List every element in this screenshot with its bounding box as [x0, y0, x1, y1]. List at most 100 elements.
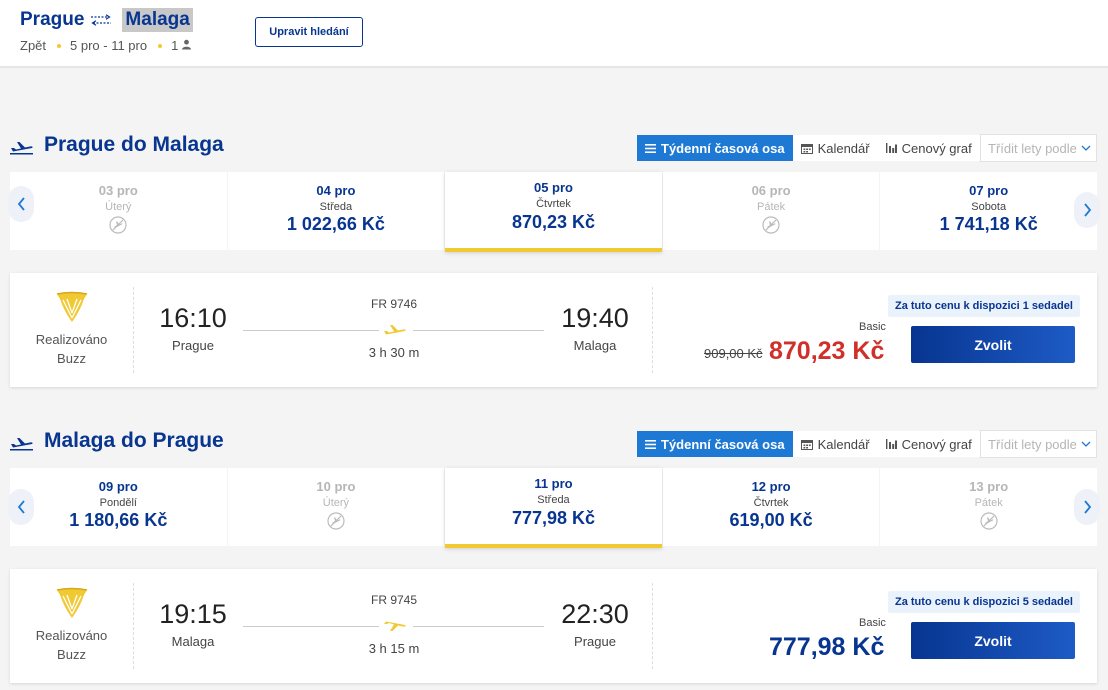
departure-time: 19:15 [159, 599, 227, 629]
no-flight-icon [762, 216, 780, 234]
flight-price: 870,23 Kč [769, 337, 885, 365]
day-date: 13 pro [969, 479, 1009, 494]
harp-logo-icon [56, 291, 87, 322]
weekly-timeline-label: Týdenní časová osa [661, 140, 785, 156]
list-icon [645, 439, 656, 449]
outbound-title: Prague do Malaga [44, 133, 224, 156]
inbound-date-carousel: 09 pro Pondělí 1 180,66 Kč 10 pro Úterý … [10, 468, 1097, 548]
departure-city: Malaga [171, 634, 215, 649]
edit-search-button[interactable]: Upravit hledání [255, 17, 363, 47]
original-price: 909,00 Kč [704, 346, 763, 361]
date-option: 06 pro Pátek [662, 172, 880, 250]
no-flight-icon [109, 216, 127, 234]
price-graph-tab[interactable]: Cenový graf [877, 135, 980, 161]
day-date: 09 pro [98, 479, 138, 494]
date-option[interactable]: 07 pro Sobota 1 741,18 Kč [880, 172, 1097, 250]
day-price: 777,98 Kč [511, 508, 596, 528]
chevron-down-icon [1081, 145, 1091, 151]
calendar-icon [800, 143, 813, 154]
operator-info: Realizováno Buzz [10, 583, 134, 669]
calendar-tab[interactable]: Kalendář [792, 431, 878, 457]
arrival-city: Prague [574, 634, 616, 649]
calendar-tab[interactable]: Kalendář [792, 135, 878, 161]
sort-flights-dropdown[interactable]: Třídit lety podle [980, 430, 1097, 458]
route-title: Prague Malaga [20, 8, 193, 32]
inbound-flight-card[interactable]: Realizováno Buzz 19:15 Malaga FR 9745 3 … [10, 569, 1097, 683]
operator-name: Buzz [57, 647, 86, 662]
select-flight-button[interactable]: Zvolit [911, 326, 1075, 363]
day-price: 1 741,18 Kč [939, 214, 1038, 234]
operator-name: Buzz [57, 351, 86, 366]
passenger-count: 1 [171, 38, 179, 53]
calendar-label: Kalendář [817, 436, 870, 452]
day-date: 12 pro [751, 479, 791, 494]
inbound-view-switcher: Týdenní časová osa Kalendář Cenový graf [637, 431, 980, 457]
day-of-week: Středa [319, 201, 353, 213]
operator-info: Realizováno Buzz [10, 287, 134, 373]
weekly-timeline-tab[interactable]: Týdenní časová osa [637, 431, 793, 457]
arrival-time: 22:30 [561, 599, 629, 629]
day-of-week: Čtvrtek [536, 198, 571, 210]
flight-number: FR 9745 [370, 593, 418, 607]
next-dates-arrow[interactable] [1074, 192, 1100, 228]
day-of-week: Středa [537, 494, 570, 506]
trip-details: Zpět 5 pro - 11 pro 1 [20, 38, 192, 53]
outbound-view-switcher: Týdenní časová osa Kalendář Cenový graf [637, 135, 980, 161]
day-date: 06 pro [751, 183, 791, 198]
inbound-heading: Malaga do Prague [10, 429, 224, 453]
back-link[interactable]: Zpět [20, 38, 46, 53]
route-line [413, 330, 544, 331]
destination-city: Malaga [122, 8, 193, 32]
flight-price: 777,98 Kč [769, 633, 885, 661]
bar-chart-icon [885, 439, 897, 449]
fare-type: Basic [859, 617, 886, 629]
origin-city: Prague [20, 9, 85, 30]
operator-label: Realizováno [35, 628, 108, 643]
plane-landing-icon [384, 621, 406, 631]
day-of-week: Sobota [971, 201, 1007, 213]
select-flight-button[interactable]: Zvolit [911, 622, 1075, 659]
day-of-week: Pátek [974, 497, 1003, 509]
separator-dot [57, 43, 62, 48]
day-date: 11 pro [534, 476, 573, 491]
day-date: 05 pro [533, 180, 573, 195]
date-option[interactable]: 04 pro Středa 1 022,66 Kč [227, 172, 445, 250]
route-line [243, 626, 379, 627]
weekly-timeline-tab[interactable]: Týdenní časová osa [637, 135, 793, 161]
date-option: 13 pro Pátek [880, 468, 1097, 546]
search-summary-bar: Prague Malaga Zpět 5 pro - 11 pro 1 Upra… [0, 0, 1108, 68]
chevron-right-icon [1083, 500, 1091, 514]
chevron-right-icon [1083, 203, 1091, 217]
date-option: 03 pro Úterý [10, 172, 227, 250]
card-divider [652, 583, 653, 669]
day-price: 870,23 Kč [511, 212, 596, 232]
flight-duration: 3 h 15 m [368, 641, 420, 656]
bar-chart-icon [885, 143, 897, 153]
price-graph-tab[interactable]: Cenový graf [877, 431, 980, 457]
day-date: 07 pro [969, 183, 1009, 198]
previous-dates-arrow[interactable] [8, 186, 34, 222]
sort-flights-dropdown[interactable]: Třídit lety podle [980, 134, 1097, 162]
departure-plane-icon [10, 137, 34, 155]
day-date: 04 pro [316, 183, 356, 198]
chevron-left-icon [17, 500, 25, 514]
fare-type: Basic [859, 321, 886, 333]
next-dates-arrow[interactable] [1074, 489, 1100, 525]
calendar-label: Kalendář [817, 140, 870, 156]
round-trip-arrows-icon [89, 14, 113, 26]
no-flight-icon [980, 512, 998, 530]
previous-dates-arrow[interactable] [8, 489, 34, 525]
card-divider [652, 287, 653, 373]
day-of-week: Čtvrtek [753, 497, 789, 509]
date-option-selected[interactable]: 11 pro Středa 777,98 Kč [445, 468, 662, 548]
day-of-week: Úterý [105, 201, 132, 213]
calendar-icon [800, 439, 813, 450]
trip-dates: 5 pro - 11 pro [70, 38, 148, 53]
date-option[interactable]: 09 pro Pondělí 1 180,66 Kč [10, 468, 227, 546]
date-option[interactable]: 12 pro Čtvrtek 619,00 Kč [662, 468, 880, 546]
arrival-time: 19:40 [561, 303, 629, 333]
day-price: 1 180,66 Kč [69, 510, 168, 530]
day-date: 03 pro [98, 183, 138, 198]
outbound-flight-card[interactable]: Realizováno Buzz 16:10 Prague FR 9746 3 … [10, 273, 1097, 387]
date-option-selected[interactable]: 05 pro Čtvrtek 870,23 Kč [445, 172, 662, 252]
